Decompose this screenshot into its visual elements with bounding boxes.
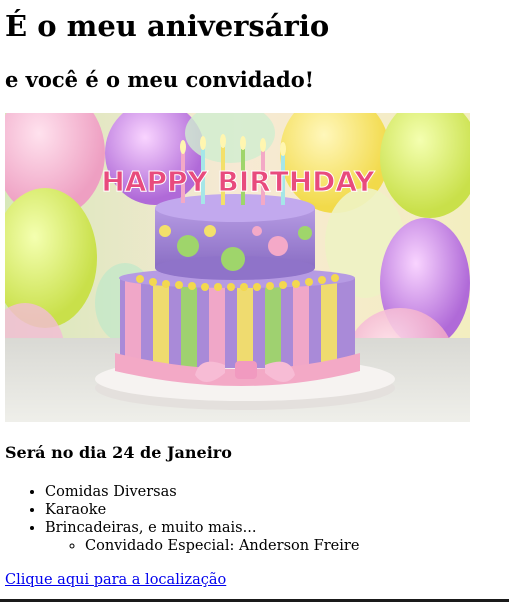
birthday-cake-image: HAPPY BIRTHDAY bbox=[5, 113, 470, 422]
cake-topper-text: HAPPY BIRTHDAY bbox=[101, 165, 375, 198]
list-item: Brincadeiras, e muito mais... Convidado … bbox=[45, 519, 359, 555]
page-subtitle: e você é o meu convidado! bbox=[5, 67, 314, 92]
list-item: Karaoke bbox=[45, 501, 359, 519]
page-title: É o meu aniversário bbox=[5, 9, 330, 43]
list-item: Comidas Diversas bbox=[45, 483, 359, 501]
list-item-label: Brincadeiras, e muito mais... bbox=[45, 520, 257, 536]
sub-list-item: Convidado Especial: Anderson Freire bbox=[85, 537, 359, 555]
location-link[interactable]: Clique aqui para a localização bbox=[5, 571, 226, 589]
sub-list: Convidado Especial: Anderson Freire bbox=[45, 537, 359, 555]
activities-list: Comidas Diversas Karaoke Brincadeiras, e… bbox=[5, 483, 359, 555]
date-heading: Será no dia 24 de Janeiro bbox=[5, 443, 232, 462]
